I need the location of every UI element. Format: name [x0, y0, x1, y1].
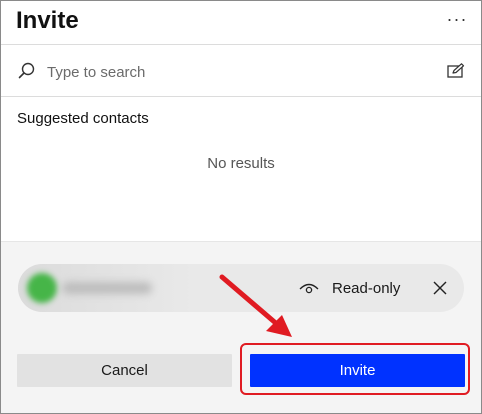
search-bar	[1, 45, 481, 96]
eye-icon	[299, 283, 319, 294]
search-divider	[1, 96, 481, 97]
invite-panel: Read-only Cancel Invite	[1, 241, 481, 413]
edit-icon[interactable]	[447, 63, 465, 79]
permission-label: Read-only	[332, 279, 401, 297]
avatar	[27, 273, 57, 303]
more-options-icon[interactable]: ···	[447, 9, 467, 29]
recipient-name-redacted	[62, 282, 152, 294]
search-icon	[18, 62, 35, 79]
no-results-text: No results	[207, 155, 275, 172]
invite-button[interactable]: Invite	[250, 354, 465, 387]
dialog-title: Invite	[16, 7, 79, 34]
close-icon[interactable]	[431, 279, 449, 297]
permission-dropdown[interactable]: Read-only	[298, 276, 400, 300]
recipient-chip: Read-only	[18, 264, 464, 312]
search-input[interactable]	[45, 59, 409, 85]
cancel-button[interactable]: Cancel	[17, 354, 232, 387]
suggested-contacts-heading: Suggested contacts	[17, 110, 149, 127]
invite-dialog: Invite ··· Suggested contacts No results…	[0, 0, 482, 414]
